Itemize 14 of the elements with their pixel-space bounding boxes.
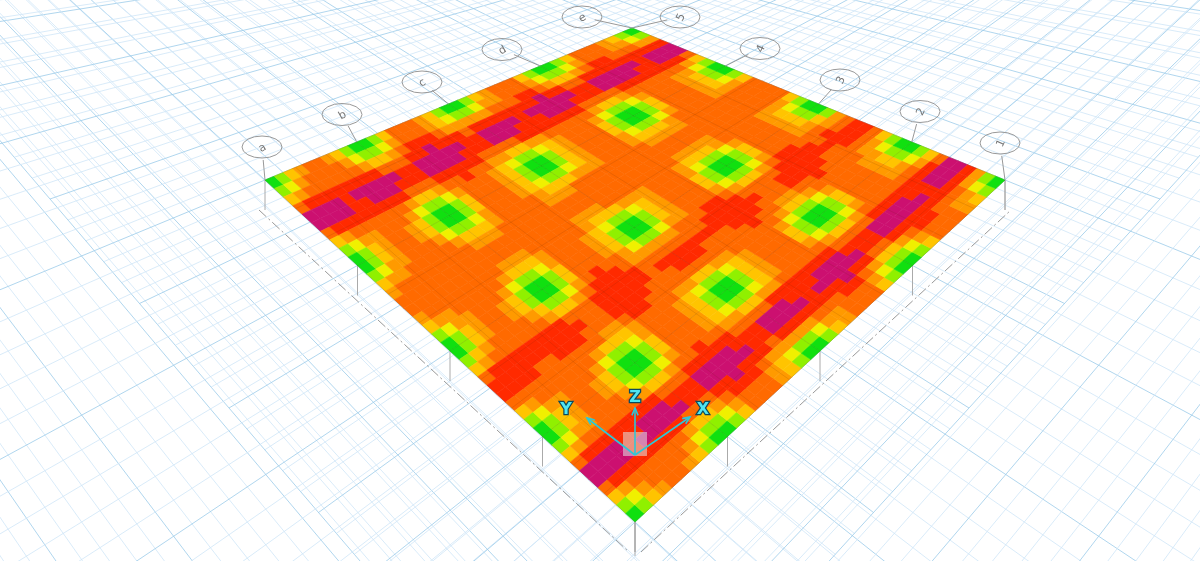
grid-label: a: [256, 140, 269, 155]
grid-label: 1: [993, 137, 1008, 150]
grid-label: c: [416, 75, 429, 90]
grid-label: 3: [833, 74, 848, 87]
grid-label: b: [336, 107, 349, 123]
axis-label: Z: [629, 387, 641, 406]
grid-label: 4: [753, 42, 768, 55]
axis-label: X: [696, 399, 710, 418]
grid-label: 2: [913, 105, 928, 118]
origin-cube-icon: [623, 432, 647, 456]
axis-label: Y: [560, 399, 572, 418]
grid-label: 5: [673, 11, 688, 24]
grid-label: e: [576, 10, 589, 25]
grid-label: d: [496, 42, 509, 58]
